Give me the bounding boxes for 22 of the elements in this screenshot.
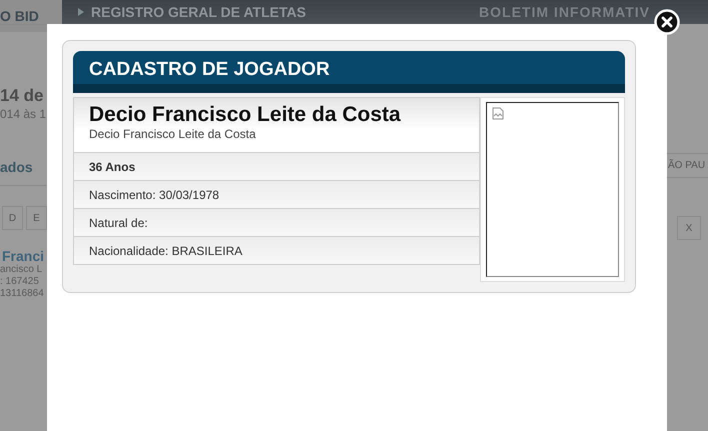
letter-tab[interactable]: E [26,206,47,230]
dialog-title: CADASTRO DE JOGADOR [89,59,330,81]
arrow-icon [78,8,84,16]
info-text: ancisco L [0,264,44,276]
broken-image-icon [492,107,504,120]
info-row: Natural de: [73,209,480,237]
date-text: 014 às 1 [0,107,47,121]
player-name[interactable]: Franci [2,248,47,264]
letter-tab[interactable]: X [677,216,701,240]
info-row: Nascimento: 30/03/1978 [73,181,480,209]
full-name: Decio Francisco Leite da Costa [89,127,256,141]
info-text: 13116864 [0,288,45,300]
letter-tab[interactable]: D [2,206,23,230]
breadcrumb[interactable]: REGISTRO GERAL DE ATLETAS [91,4,306,20]
info-row: Nacionalidade: BRASILEIRA [73,237,480,265]
nav-tab[interactable]: O BID [0,0,62,32]
close-icon[interactable] [654,9,680,35]
banner-title: BOLETIM INFORMATIV [479,4,650,20]
page-heading: 14 de [0,85,44,107]
player-name: Decio Francisco Leite da Costa [89,103,401,127]
info-row: 36 Anos [73,153,480,181]
info-text: : 167425 [0,276,40,288]
